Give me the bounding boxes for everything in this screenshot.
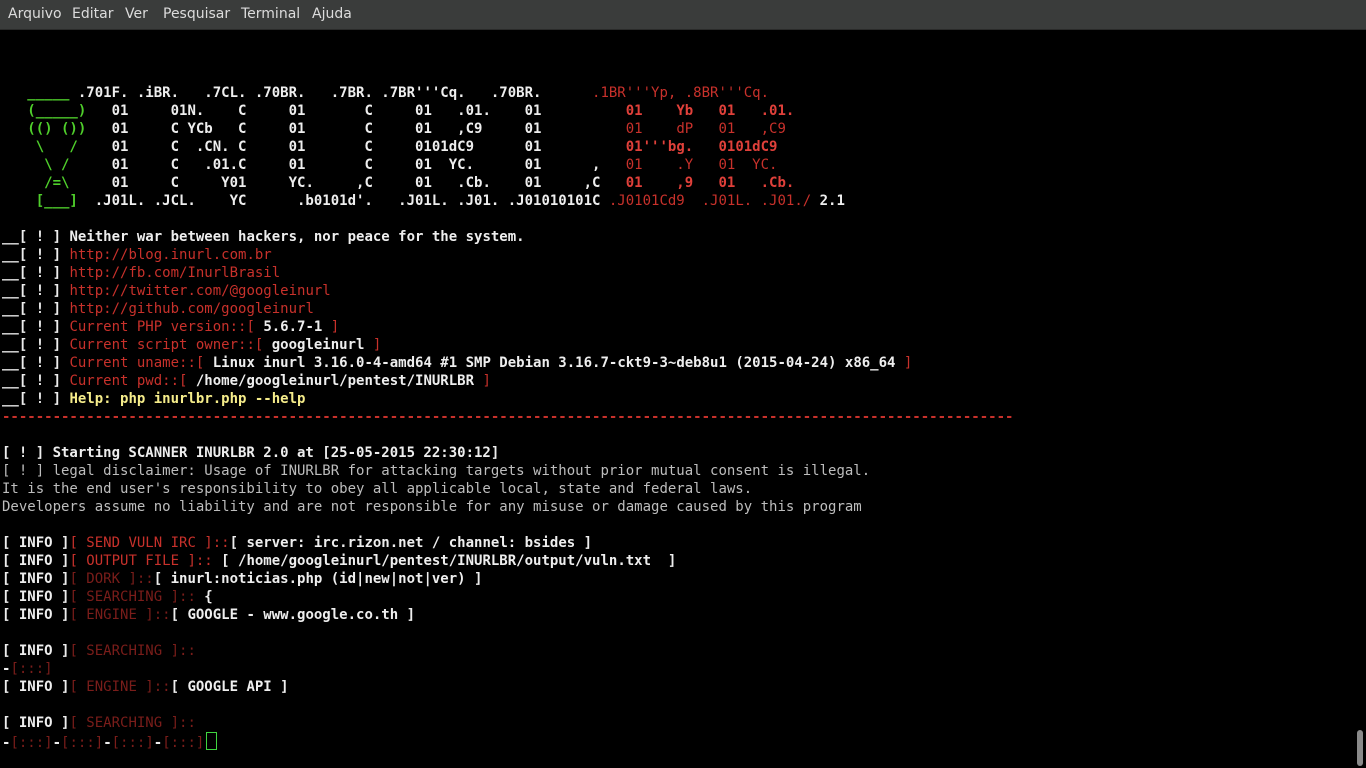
progress-line: -[:::]-[:::]-[:::]-[:::] — [2, 732, 218, 751]
php-version-line: __[ ! ] Current PHP version::[ 5.6.7-1 ] — [2, 319, 340, 335]
info-line: __[ ! ] http://github.com/googleinurl — [2, 301, 314, 317]
disclaimer-line: [ ! ] legal disclaimer: Usage of INURLBR… — [2, 463, 871, 479]
link-blog[interactable]: http://blog.inurl.com.br — [69, 247, 271, 263]
menu-pesquisar[interactable]: Pesquisar — [163, 6, 230, 22]
menu-ajuda[interactable]: Ajuda — [312, 6, 352, 22]
info-line: __[ ! ] http://twitter.com/@googleinurl — [2, 283, 331, 299]
link-github[interactable]: http://github.com/googleinurl — [69, 301, 313, 317]
log-engine-line: [ INFO ][ ENGINE ]::[ GOOGLE - www.googl… — [2, 607, 416, 623]
log-searching-line: [ INFO ][ SEARCHING ]:: — [2, 715, 196, 731]
disclaimer-line: It is the end user's responsibility to o… — [2, 481, 753, 497]
info-line: __[ ! ] Neither war between hackers, nor… — [2, 229, 525, 245]
menu-arquivo[interactable]: Arquivo — [8, 6, 62, 22]
scrollbar[interactable] — [1354, 30, 1366, 768]
info-line: __[ ! ] http://fb.com/InurlBrasil — [2, 265, 281, 281]
banner-row: [___] .J01L. .JCL. YC .b0101d'. .J01L. .… — [2, 193, 845, 209]
terminal-cursor — [206, 732, 218, 750]
pwd-line: __[ ! ] Current pwd::[ /home/googleinurl… — [2, 373, 491, 389]
progress-line: -[:::] — [2, 661, 53, 677]
log-irc-line: [ INFO ][ SEND VULN IRC ]::[ server: irc… — [2, 535, 593, 551]
version-label: 2.1 — [811, 193, 845, 209]
help-line: __[ ! ] Help: php inurlbr.php --help — [2, 391, 306, 407]
info-line: __[ ! ] http://blog.inurl.com.br — [2, 247, 272, 263]
terminal-output[interactable]: _____ .701F. .iBR. .7CL. .70BR. .7BR. .7… — [0, 30, 1354, 768]
menu-ver[interactable]: Ver — [125, 6, 148, 22]
scrollbar-thumb[interactable] — [1357, 730, 1363, 766]
banner-row: \ / 01 C .01.C 01 C 01 YC. 01 , 01 .Y 01… — [2, 157, 778, 173]
menu-editar[interactable]: Editar — [72, 6, 113, 22]
log-searching-line: [ INFO ][ SEARCHING ]:: — [2, 643, 196, 659]
link-twitter[interactable]: http://twitter.com/@googleinurl — [69, 283, 330, 299]
banner-row: /=\ 01 C Y01 YC. ,C 01 .Cb. 01 ,C 01 ,9 … — [2, 175, 795, 191]
log-searching-line: [ INFO ][ SEARCHING ]:: { — [2, 589, 213, 605]
uname-line: __[ ! ] Current uname::[ Linux inurl 3.1… — [2, 355, 913, 371]
link-facebook[interactable]: http://fb.com/InurlBrasil — [69, 265, 280, 281]
owner-line: __[ ! ] Current script owner::[ googlein… — [2, 337, 382, 353]
disclaimer-line: Developers assume no liability and are n… — [2, 499, 862, 515]
banner-row: (_____) 01 01N. C 01 C 01 .01. 01 01 Yb … — [2, 103, 795, 119]
banner-row: (() ()) 01 C YCb C 01 C 01 ,C9 01 01 dP … — [2, 121, 786, 137]
menu-bar: Arquivo Editar Ver Pesquisar Terminal Aj… — [0, 0, 1366, 30]
log-output-line: [ INFO ][ OUTPUT FILE ]:: [ /home/google… — [2, 553, 677, 569]
menu-terminal[interactable]: Terminal — [241, 6, 300, 22]
scanner-start-line: [ ! ] Starting SCANNER INURLBR 2.0 at [2… — [2, 445, 500, 461]
banner-row: \ / 01 C .CN. C 01 C 0101dC9 01 01'''bg.… — [2, 139, 778, 155]
log-dork-line: [ INFO ][ DORK ]::[ inurl:noticias.php (… — [2, 571, 483, 587]
log-engine-line: [ INFO ][ ENGINE ]::[ GOOGLE API ] — [2, 679, 289, 695]
divider: ----------------------------------------… — [2, 409, 1014, 425]
banner-row: _____ .701F. .iBR. .7CL. .70BR. .7BR. .7… — [2, 85, 770, 101]
